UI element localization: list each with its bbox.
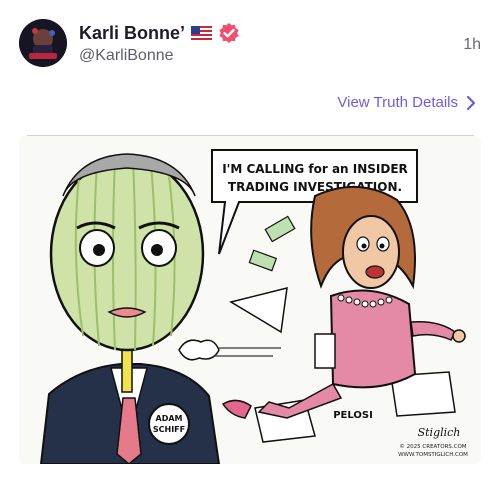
badge-line-2: SCHIFF	[153, 425, 185, 434]
pelosi-label: PELOSI	[333, 410, 373, 421]
credit-line-2: WWW.TOMSTIGLICH.COM	[398, 452, 468, 458]
author-row: Karli Bonne’	[79, 22, 240, 44]
credit-line-1: © 2025 CREATORS.COM	[399, 443, 466, 450]
view-details-label: View Truth Details	[337, 94, 458, 111]
speech-line-1: I'M CALLING for an INSIDER	[222, 162, 408, 176]
post-timestamp: 1h	[463, 36, 481, 53]
chevron-right-icon	[466, 95, 476, 110]
avatar-image	[19, 19, 67, 67]
author-display-name[interactable]: Karli Bonne’	[79, 23, 185, 44]
author-handle[interactable]: @KarliBonne	[79, 47, 174, 65]
us-flag-icon	[191, 26, 213, 40]
badge-line-1: ADAM	[156, 414, 183, 423]
view-details-link[interactable]: View Truth Details	[337, 94, 476, 111]
cartoon-illustration: ADAM SCHIFF I'M CALLING for an INSIDER T…	[19, 136, 481, 464]
verified-badge-icon	[219, 23, 239, 43]
post-image[interactable]: ADAM SCHIFF I'M CALLING for an INSIDER T…	[19, 136, 481, 464]
avatar[interactable]	[19, 19, 67, 67]
artist-signature: Stiglich	[418, 426, 461, 439]
